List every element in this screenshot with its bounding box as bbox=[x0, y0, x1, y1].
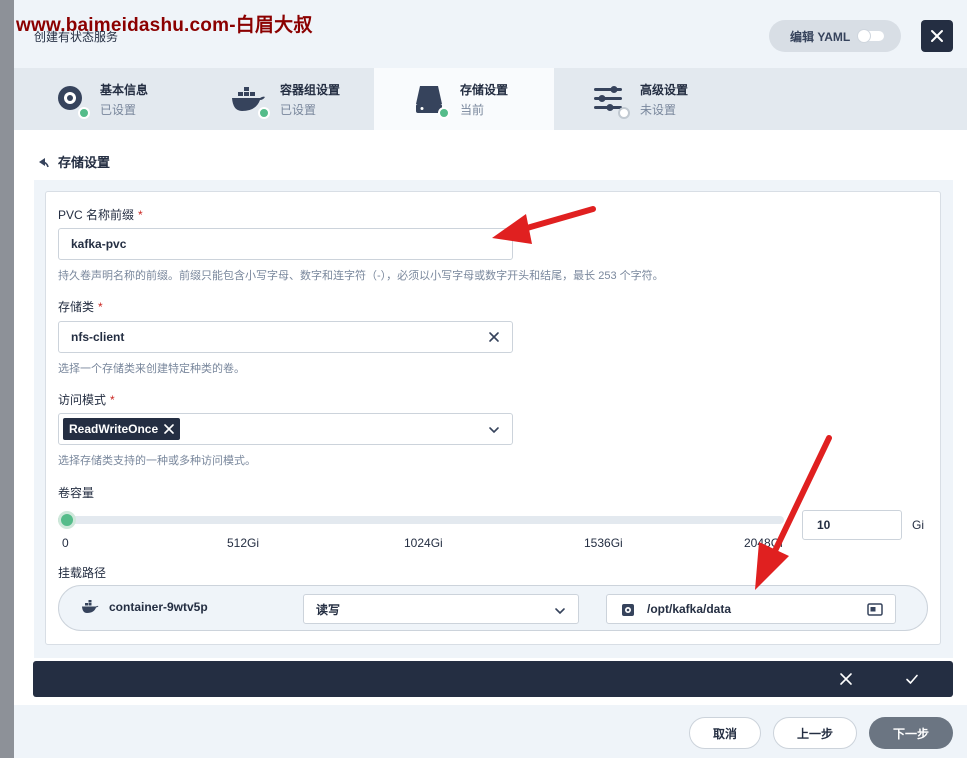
step-title: 高级设置 bbox=[640, 83, 689, 97]
capacity-value: 10 bbox=[817, 518, 831, 532]
step-pod-settings[interactable]: 容器组设置 已设置 bbox=[194, 68, 374, 130]
toggle-switch-icon bbox=[858, 30, 884, 42]
step-status: 已设置 bbox=[280, 103, 317, 117]
mount-path-row: container-9wtv5p 读写 /opt/kafka/data bbox=[58, 585, 928, 631]
slider-tick-label: 2048Gi bbox=[744, 536, 783, 550]
gear-icon bbox=[622, 604, 634, 616]
mount-path-label: 挂载路径 bbox=[58, 566, 107, 580]
volume-template-action-bar bbox=[33, 661, 953, 697]
cancel-button[interactable]: 取消 bbox=[689, 717, 761, 749]
step-status: 当前 bbox=[460, 103, 485, 117]
pvc-prefix-value: kafka-pvc bbox=[71, 237, 127, 251]
page-backdrop bbox=[0, 0, 14, 758]
close-icon bbox=[931, 30, 943, 42]
mount-path-value: /opt/kafka/data bbox=[647, 602, 732, 616]
section-title: 存储设置 bbox=[58, 155, 111, 170]
step-todo-dot bbox=[618, 107, 630, 119]
access-mode-tag: ReadWriteOnce bbox=[63, 418, 181, 440]
access-mode-hint: 选择存储类支持的一种或多种访问模式。 bbox=[58, 455, 256, 467]
capacity-slider-thumb[interactable] bbox=[58, 511, 76, 529]
capacity-label: 卷容量 bbox=[58, 486, 95, 500]
step-title: 基本信息 bbox=[100, 83, 149, 97]
wizard-steps: 基本信息 已设置 容器组设置 已设置 存储设置 当前 高级设置 未设置 bbox=[14, 68, 967, 130]
chevron-down-icon bbox=[489, 427, 499, 434]
container-name: container-9wtv5p bbox=[109, 600, 208, 614]
edit-yaml-toggle[interactable]: 编辑 YAML bbox=[769, 20, 901, 52]
capacity-unit: Gi bbox=[912, 518, 924, 532]
storage-class-hint: 选择一个存储类来创建特定种类的卷。 bbox=[58, 363, 245, 375]
next-step-button[interactable]: 下一步 bbox=[869, 717, 953, 749]
access-mode-tag-label: ReadWriteOnce bbox=[69, 422, 159, 436]
storage-class-select[interactable]: nfs-client bbox=[58, 321, 513, 353]
step-status: 已设置 bbox=[100, 103, 137, 117]
docker-icon bbox=[82, 600, 99, 613]
mount-path-input[interactable]: /opt/kafka/data bbox=[606, 594, 896, 624]
capacity-input[interactable]: 10 bbox=[802, 510, 902, 540]
step-done-dot bbox=[258, 107, 270, 119]
slider-tick-label: 1024Gi bbox=[404, 536, 443, 550]
section-header[interactable]: 存储设置 bbox=[36, 152, 110, 171]
previous-step-button[interactable]: 上一步 bbox=[773, 717, 857, 749]
modal-footer: 取消 上一步 下一步 bbox=[14, 705, 967, 758]
chevron-down-icon bbox=[555, 608, 565, 615]
storage-class-label: 存储类 * bbox=[58, 300, 103, 314]
step-storage-settings[interactable]: 存储设置 当前 bbox=[374, 68, 554, 130]
clear-icon[interactable] bbox=[488, 331, 500, 343]
mount-mode-value: 读写 bbox=[316, 602, 341, 617]
mount-container-name: container-9wtv5p bbox=[81, 600, 208, 614]
cancel-icon[interactable] bbox=[839, 672, 853, 686]
step-advanced-settings[interactable]: 高级设置 未设置 bbox=[554, 68, 734, 130]
site-watermark: www.baimeidashu.com-白眉大叔 bbox=[16, 15, 313, 36]
step-status: 未设置 bbox=[640, 103, 677, 117]
step-done-dot bbox=[78, 107, 90, 119]
create-statefulset-modal: 创建有状态服务 编辑 YAML 基本信息 已设置 容器组设置 已设置 存储设置 … bbox=[14, 0, 967, 758]
slider-tick-label: 512Gi bbox=[227, 536, 260, 550]
step-basic-info[interactable]: 基本信息 已设置 bbox=[14, 68, 194, 130]
mount-mode-select[interactable]: 读写 bbox=[303, 594, 579, 624]
storage-class-value: nfs-client bbox=[71, 330, 125, 344]
access-mode-label: 访问模式 * bbox=[58, 393, 115, 407]
step-title: 存储设置 bbox=[460, 83, 509, 97]
pvc-prefix-input[interactable]: kafka-pvc bbox=[58, 228, 513, 260]
slider-tick-label: 1536Gi bbox=[584, 536, 623, 550]
slider-tick-label: 0 bbox=[62, 536, 69, 550]
back-arrow-icon bbox=[39, 157, 49, 167]
step-current-dot bbox=[438, 107, 450, 119]
confirm-check-icon[interactable] bbox=[905, 672, 919, 686]
close-modal-button[interactable] bbox=[921, 20, 953, 52]
remove-tag-icon[interactable] bbox=[164, 424, 174, 434]
capacity-slider-track[interactable] bbox=[58, 516, 784, 524]
pvc-prefix-label: PVC 名称前缀 * bbox=[58, 208, 143, 222]
folder-icon[interactable] bbox=[867, 603, 883, 616]
step-title: 容器组设置 bbox=[280, 83, 341, 97]
pvc-prefix-hint: 持久卷声明名称的前缀。前缀只能包含小写字母、数字和连字符（-），必须以小写字母或… bbox=[58, 270, 664, 282]
edit-yaml-label: 编辑 YAML bbox=[790, 29, 851, 44]
access-mode-select[interactable]: ReadWriteOnce bbox=[58, 413, 513, 445]
